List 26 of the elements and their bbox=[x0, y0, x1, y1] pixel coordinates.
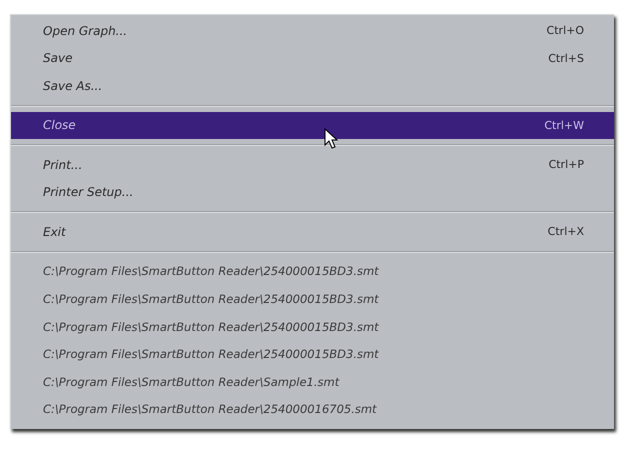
menu-item-label: Print... bbox=[43, 158, 82, 172]
menu-item[interactable]: Close Ctrl+W bbox=[11, 112, 614, 140]
menu-item-label: Close bbox=[43, 118, 76, 132]
menu-item[interactable]: Open Graph... Ctrl+O bbox=[11, 17, 614, 45]
menu-item[interactable]: Save As... bbox=[11, 72, 614, 100]
recent-file-item[interactable]: C:\Program Files\SmartButton Reader\254000015BD3.smt bbox=[11, 340, 614, 368]
shortcut-label: Ctrl+O bbox=[546, 24, 584, 38]
shortcut-label: Ctrl+X bbox=[548, 225, 584, 238]
shortcut-label: Ctrl+W bbox=[544, 118, 584, 132]
shortcut-label: Ctrl+P bbox=[548, 158, 584, 172]
recent-file-item[interactable]: C:\Program Files\SmartButton Reader\254000015BD3.smt bbox=[11, 285, 614, 313]
menu-item[interactable]: Print... Ctrl+P bbox=[11, 151, 614, 179]
menu-item[interactable]: Save Ctrl+S bbox=[11, 44, 614, 72]
recent-file-item[interactable]: C:\Program Files\SmartButton Reader\254000016705.smt bbox=[11, 395, 614, 423]
shortcut-label: Ctrl+S bbox=[548, 52, 584, 65]
menu-item[interactable]: Exit Ctrl+X bbox=[11, 218, 614, 246]
menu-item-label: Printer Setup... bbox=[43, 185, 134, 200]
recent-file-item[interactable]: C:\Program Files\SmartButton Reader\254000015BD3.smt bbox=[11, 258, 614, 286]
recent-file-item[interactable]: C:\Program Files\SmartButton Reader\254000015BD3.smt bbox=[11, 312, 614, 340]
recent-file-item[interactable]: C:\Program Files\SmartButton Reader\Sample1.smt bbox=[11, 368, 614, 396]
menu-item-label: Open Graph... bbox=[43, 24, 128, 38]
mouse-pointer-icon bbox=[324, 128, 338, 150]
menu-item-label: Save bbox=[43, 51, 72, 66]
menu-item-label: Save As... bbox=[43, 78, 102, 93]
menu-item-label: Exit bbox=[43, 224, 66, 239]
menu-item[interactable]: Printer Setup... bbox=[11, 178, 614, 206]
